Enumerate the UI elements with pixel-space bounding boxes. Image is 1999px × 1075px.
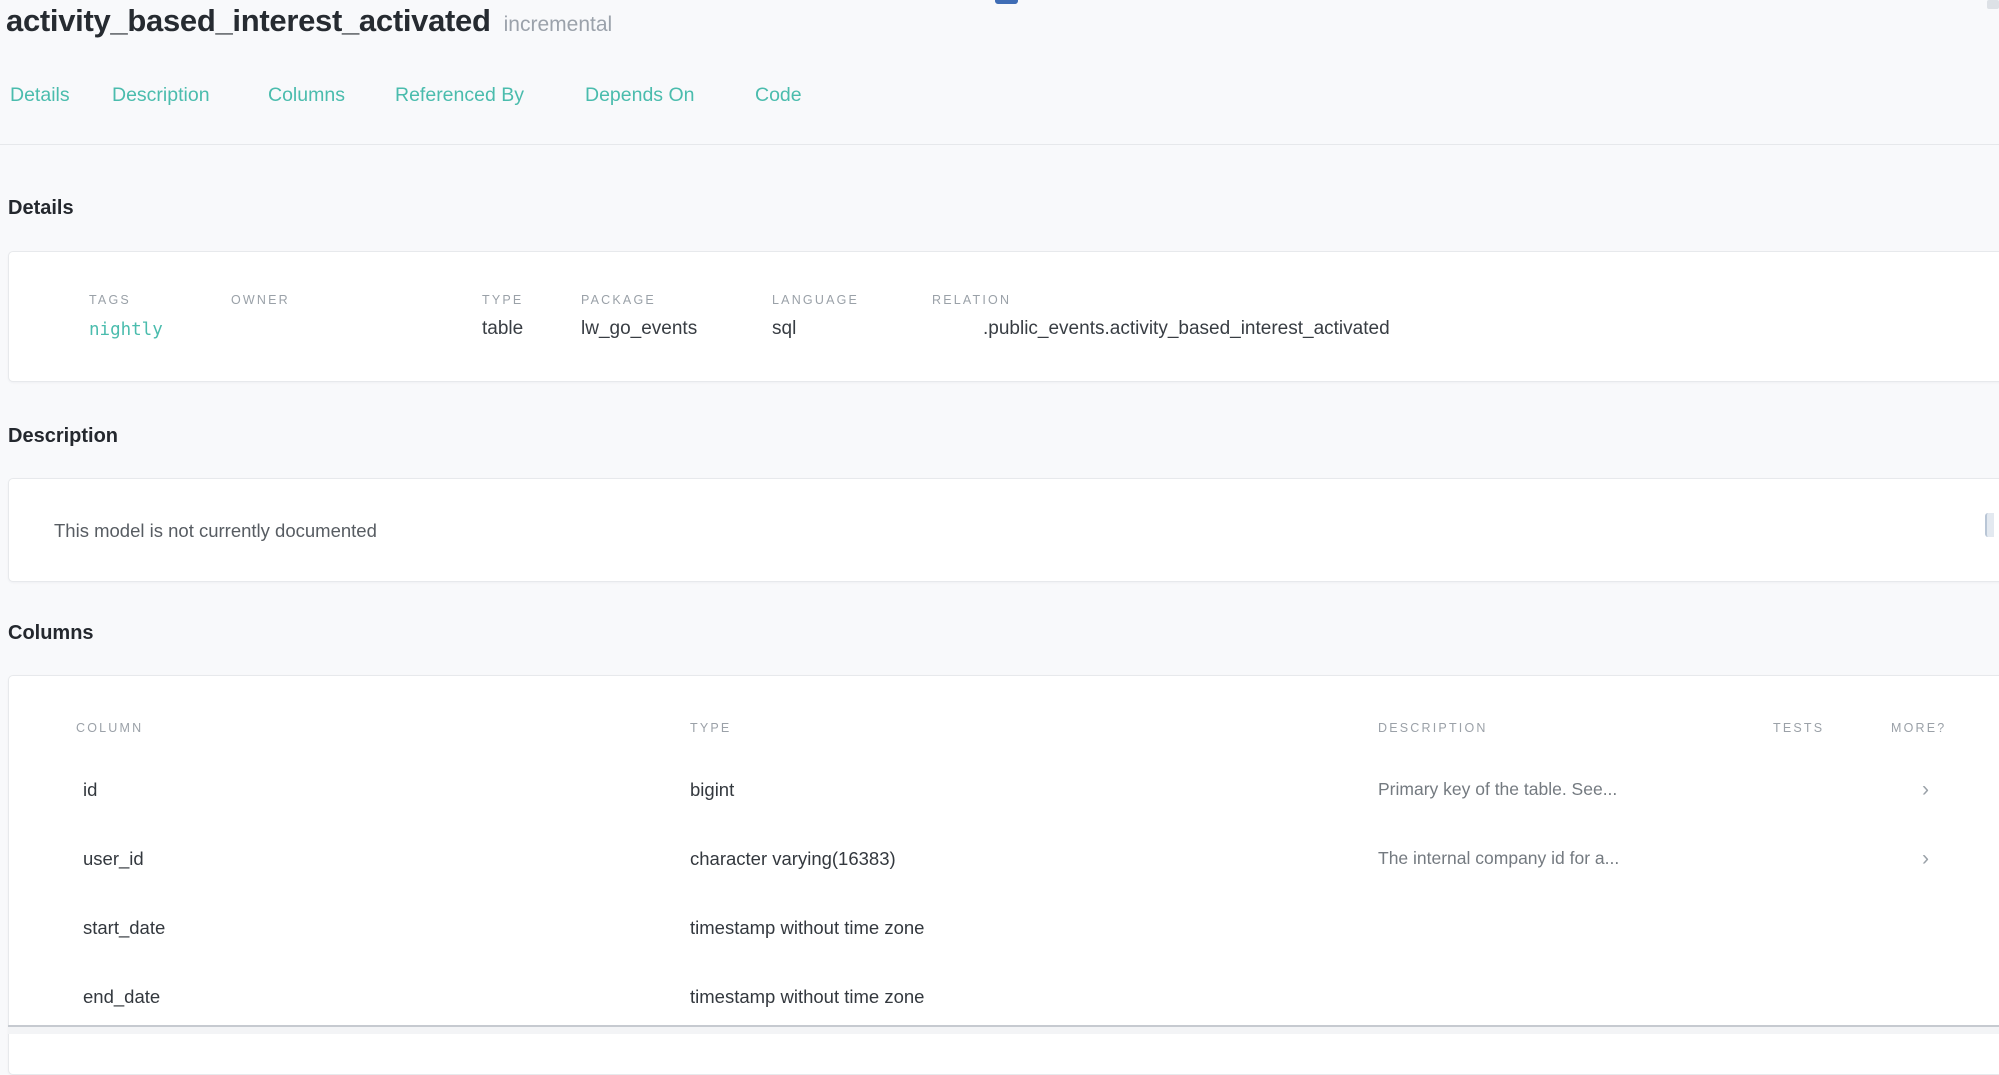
materialization-badge: incremental [504,13,613,36]
nav-link-referenced-by[interactable]: Referenced By [395,84,524,107]
field-tags-label: TAGS [89,293,131,307]
cell-column-name: user_id [76,848,690,870]
table-row-id[interactable]: id bigint Primary key of the table. See.… [76,755,1999,824]
nav-link-depends-on[interactable]: Depends On [585,84,695,107]
field-package-label: PACKAGE [581,293,656,307]
cell-type: bigint [690,779,1378,801]
table-row-end-date[interactable]: end_date timestamp without time zone [76,962,1999,1031]
header-divider [0,144,1999,145]
details-card: TAGS nightly OWNER TYPE table PACKAGE lw… [8,251,1999,382]
field-package-value: lw_go_events [581,318,697,340]
header-type: TYPE [690,721,1378,735]
field-tags-value[interactable]: nightly [89,320,163,340]
chevron-right-icon[interactable]: › [1891,848,1999,869]
nav-link-description[interactable]: Description [112,84,210,107]
header-description: DESCRIPTION [1378,721,1773,735]
header-more: MORE? [1891,721,1999,735]
field-language-label: LANGUAGE [772,293,859,307]
cutoff-bottom-strip [8,1027,1999,1034]
table-row-user-id[interactable]: user_id character varying(16383) The int… [76,824,1999,893]
field-type-label: TYPE [482,293,523,307]
field-type-value: table [482,318,523,340]
nav-link-code[interactable]: Code [755,84,802,107]
cell-type: timestamp without time zone [690,917,1378,939]
columns-table: COLUMN TYPE DESCRIPTION TESTS MORE? id b… [9,676,1999,1031]
cutoff-corner-fragment [1987,0,1999,9]
page-header: activity_based_interest_activated increme… [6,3,612,39]
edit-icon[interactable] [1985,513,1994,537]
table-row-start-date[interactable]: start_date timestamp without time zone [76,893,1999,962]
details-section-heading: Details [8,197,74,220]
header-column: COLUMN [76,721,690,735]
columns-table-header: COLUMN TYPE DESCRIPTION TESTS MORE? [76,713,1999,743]
nav-link-columns[interactable]: Columns [268,84,345,107]
chevron-right-icon[interactable]: › [1891,779,1999,800]
columns-card: COLUMN TYPE DESCRIPTION TESTS MORE? id b… [8,675,1999,1075]
description-card: This model is not currently documented [8,478,1999,582]
cell-type: timestamp without time zone [690,986,1378,1008]
cutoff-blue-button-fragment [995,0,1018,4]
field-language-value: sql [772,318,796,340]
page-title: activity_based_interest_activated [6,3,491,38]
cell-description: The internal company id for a... [1378,848,1773,869]
cell-description: Primary key of the table. See... [1378,779,1773,800]
description-text: This model is not currently documented [54,520,377,542]
description-section-heading: Description [8,425,118,448]
nav-link-details[interactable]: Details [10,84,70,107]
field-relation-value: .public_events.activity_based_interest_a… [983,318,1390,340]
header-tests: TESTS [1773,721,1891,735]
cell-column-name: end_date [76,986,690,1008]
columns-section-heading: Columns [8,622,94,645]
cell-column-name: id [76,779,690,801]
field-owner-label: OWNER [231,293,290,307]
field-relation-label: RELATION [932,293,1011,307]
cell-type: character varying(16383) [690,848,1378,870]
cell-column-name: start_date [76,917,690,939]
